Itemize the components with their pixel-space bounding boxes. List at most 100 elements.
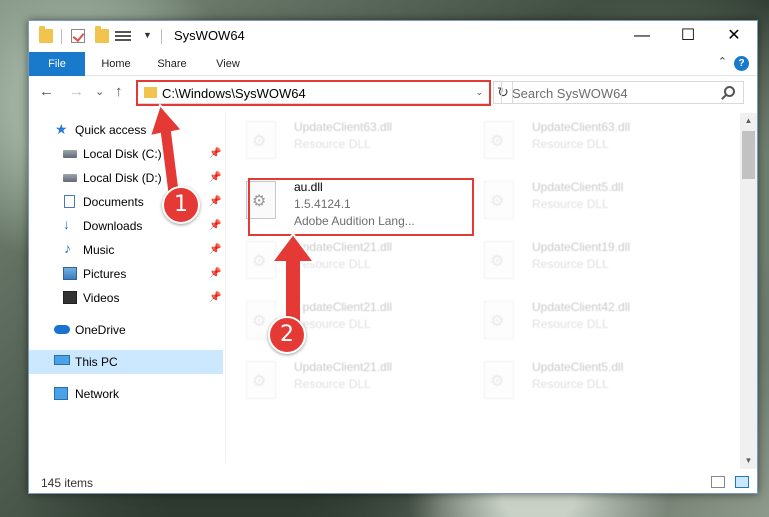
- pictures-icon: [63, 267, 77, 280]
- ribbon-tabs: File Home Share View ⌃ ?: [29, 52, 757, 76]
- folder-icon: [39, 26, 53, 43]
- forward-button[interactable]: →: [69, 83, 84, 100]
- file-name: UpdateClient5.dll: [532, 360, 624, 374]
- maximize-button[interactable]: ☐: [665, 21, 711, 51]
- divider: [161, 29, 162, 44]
- file-item[interactable]: UpdateClient5.dll Resource DLL: [464, 357, 694, 409]
- title-bar: ▼ SysWOW64 — ☐ ✕: [29, 21, 757, 52]
- address-row: ← → ⌄ ↑ C:\Windows\SysWOW64 ⌄ ↻ Search S…: [29, 77, 757, 109]
- minimize-button[interactable]: —: [619, 21, 665, 51]
- new-folder-icon[interactable]: [95, 26, 109, 43]
- tab-view[interactable]: View: [203, 52, 253, 76]
- sidebar-item-label: Quick access: [75, 123, 147, 137]
- tab-file[interactable]: File: [29, 52, 85, 76]
- help-icon[interactable]: ?: [734, 56, 749, 71]
- dll-file-icon: [484, 241, 514, 279]
- star-icon: ★: [55, 121, 68, 137]
- pin-icon[interactable]: 📌: [209, 292, 221, 303]
- computer-icon: [54, 355, 70, 365]
- up-button[interactable]: ↑: [115, 83, 123, 100]
- pin-icon[interactable]: 📌: [209, 172, 221, 183]
- status-bar: 145 items: [29, 471, 757, 493]
- file-type: Resource DLL: [532, 317, 609, 331]
- dll-file-icon: [484, 301, 514, 339]
- dll-file-icon: [484, 121, 514, 159]
- close-button[interactable]: ✕: [711, 21, 757, 51]
- music-icon: ♪: [64, 240, 71, 256]
- file-type: Resource DLL: [532, 137, 609, 151]
- file-item[interactable]: UpdateClient42.dll Resource DLL: [464, 297, 694, 349]
- sidebar-item-label: Documents: [83, 195, 144, 209]
- file-type: Resource DLL: [532, 257, 609, 271]
- back-button[interactable]: ←: [39, 83, 54, 100]
- search-input[interactable]: Search SysWOW64: [501, 81, 744, 104]
- pin-icon[interactable]: 📌: [209, 220, 221, 231]
- recent-locations-button[interactable]: ⌄: [95, 85, 104, 98]
- file-name: UpdateClient63.dll: [532, 120, 631, 134]
- disk-icon: [63, 150, 77, 158]
- scroll-up-button[interactable]: ▲: [740, 113, 757, 129]
- item-count: 145 items: [41, 476, 94, 490]
- file-explorer-window: ▼ SysWOW64 — ☐ ✕ File Home Share View ⌃ …: [28, 20, 758, 494]
- file-type: Resource DLL: [532, 197, 609, 211]
- file-type: Resource DLL: [294, 377, 371, 391]
- file-name: UpdateClient21.dll: [294, 360, 393, 374]
- details-view-icon[interactable]: [711, 476, 725, 488]
- file-item[interactable]: UpdateClient21.dll Resource DLL: [226, 237, 456, 289]
- file-name: UpdateClient19.dll: [532, 240, 631, 254]
- sidebar-item-label: Network: [75, 387, 120, 401]
- file-name: UpdateClient63.dll: [294, 120, 393, 134]
- sidebar-item-label: Music: [83, 243, 115, 257]
- scroll-down-button[interactable]: ▼: [740, 453, 757, 469]
- file-item[interactable]: UpdateClient63.dll Resource DLL: [226, 117, 456, 169]
- step1-badge: 1: [162, 186, 200, 224]
- quick-access-dropdown-icon[interactable]: ▼: [143, 30, 157, 44]
- sidebar-item-pictures[interactable]: Pictures 📌: [29, 262, 223, 286]
- step2-badge: 2: [268, 316, 306, 354]
- file-name: UpdateClient5.dll: [532, 180, 624, 194]
- divider: [61, 29, 62, 44]
- pin-icon[interactable]: 📌: [209, 148, 221, 159]
- file-item[interactable]: UpdateClient5.dll Resource DLL: [464, 177, 694, 229]
- file-type: Resource DLL: [294, 137, 371, 151]
- videos-icon: [63, 291, 77, 304]
- sidebar-item-this-pc[interactable]: This PC: [29, 350, 223, 374]
- sidebar-item-label: Videos: [83, 291, 120, 305]
- pin-icon[interactable]: 📌: [209, 268, 221, 279]
- chevron-up-icon[interactable]: ⌃: [718, 55, 727, 68]
- network-icon: [54, 387, 68, 400]
- sidebar-item-onedrive[interactable]: OneDrive: [29, 318, 223, 342]
- pin-icon[interactable]: 📌: [209, 196, 221, 207]
- file-name: UpdateClient42.dll: [532, 300, 631, 314]
- sidebar-item-label: OneDrive: [75, 323, 126, 337]
- large-icons-view-icon[interactable]: [735, 476, 749, 488]
- file-item[interactable]: UpdateClient21.dll Resource DLL: [226, 357, 456, 409]
- file-item[interactable]: UpdateClient21.dll Resource DLL: [226, 297, 456, 349]
- dll-file-icon: [484, 181, 514, 219]
- disk-icon: [63, 174, 77, 182]
- file-type: Resource DLL: [532, 377, 609, 391]
- tab-home[interactable]: Home: [91, 52, 141, 76]
- scroll-thumb[interactable]: [742, 131, 755, 179]
- dll-file-icon: [246, 121, 276, 159]
- document-icon: [64, 195, 75, 208]
- sidebar-item-music[interactable]: ♪ Music 📌: [29, 238, 223, 262]
- sidebar-item-videos[interactable]: Videos 📌: [29, 286, 223, 310]
- sidebar-item-label: Pictures: [83, 267, 127, 281]
- properties-check-icon[interactable]: [71, 29, 85, 43]
- sidebar-item-label: Downloads: [83, 219, 143, 233]
- dll-file-icon: [246, 361, 276, 399]
- customize-toolbar-icon[interactable]: [115, 29, 131, 43]
- dll-file-icon: [484, 361, 514, 399]
- cloud-icon: [54, 325, 70, 334]
- tab-share[interactable]: Share: [147, 52, 197, 76]
- search-icon[interactable]: [724, 86, 735, 97]
- sidebar-item-network[interactable]: Network: [29, 382, 223, 406]
- file-highlight-box: [248, 178, 474, 236]
- vertical-scrollbar[interactable]: ▲ ▼: [740, 113, 757, 469]
- file-item[interactable]: UpdateClient63.dll Resource DLL: [464, 117, 694, 169]
- window-title: SysWOW64: [174, 28, 245, 43]
- pin-icon[interactable]: 📌: [209, 244, 221, 255]
- file-item[interactable]: UpdateClient19.dll Resource DLL: [464, 237, 694, 289]
- sidebar-item-label: This PC: [75, 355, 118, 369]
